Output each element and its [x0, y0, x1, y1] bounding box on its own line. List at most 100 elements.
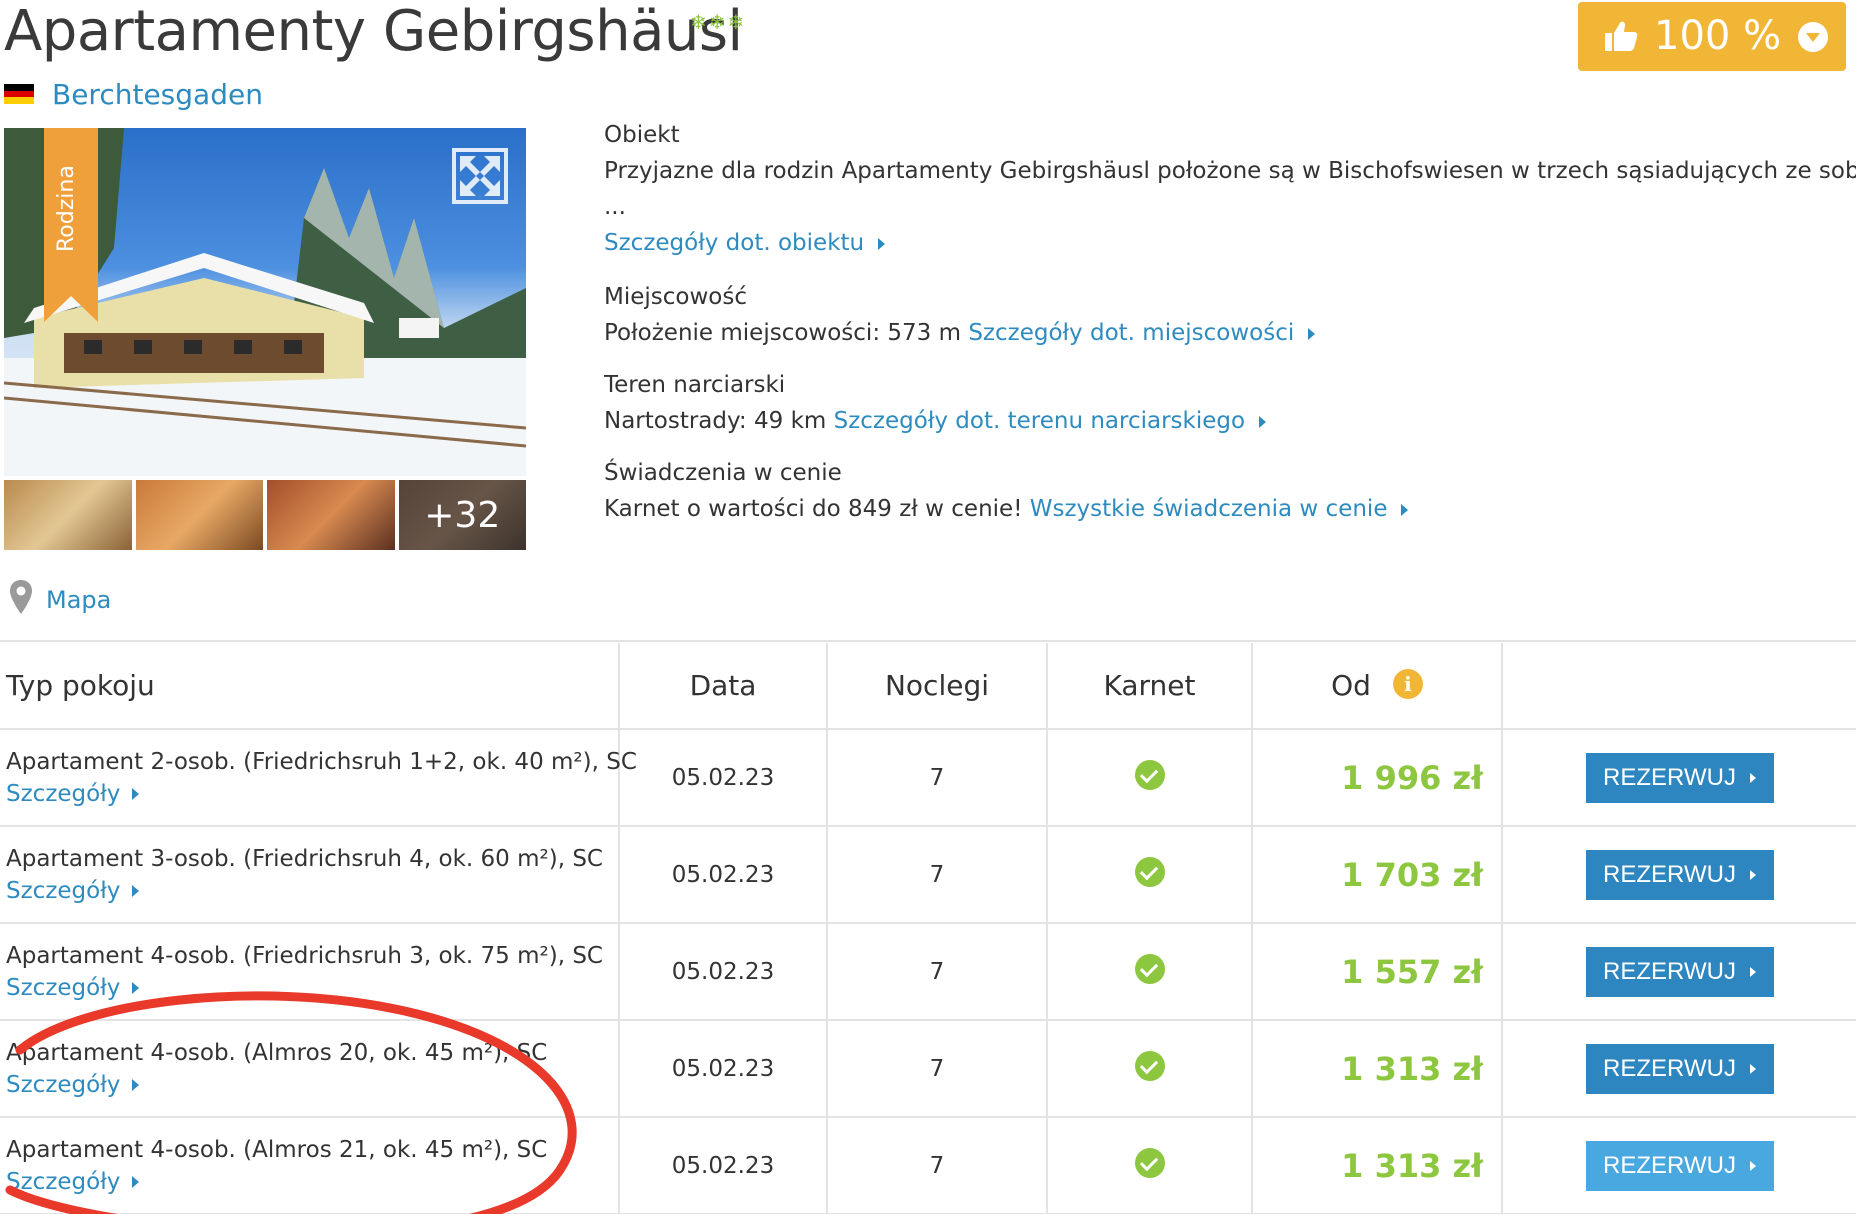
book-button[interactable]: REZERWUJ — [1585, 849, 1774, 900]
info-icon[interactable]: i — [1392, 669, 1423, 699]
germany-flag-icon — [4, 84, 34, 104]
date-cell: 05.02.23 — [619, 729, 828, 827]
table-row: Apartament 2-osob. (Friedrichsruh 1+2, o… — [0, 729, 1856, 827]
object-heading: Obiekt — [604, 122, 680, 148]
room-table: Typ pokoju Data Noclegi Karnet Od i Apart… — [0, 643, 1856, 1214]
expand-icon[interactable] — [452, 148, 508, 204]
pass-cell — [1047, 826, 1253, 924]
services-link[interactable]: Wszystkie świadczenia w cenie — [1030, 496, 1388, 522]
book-button[interactable]: REZERWUJ — [1585, 752, 1774, 803]
room-cell: Apartament 2-osob. (Friedrichsruh 1+2, o… — [0, 729, 637, 827]
rating-percent: 100 % — [1654, 13, 1782, 59]
page-title: Apartamenty Gebirgshäusl — [4, 0, 743, 64]
action-cell: REZERWUJ — [1502, 1020, 1856, 1118]
price-cell: 1 313 zł — [1252, 1117, 1503, 1214]
action-cell: REZERWUJ — [1502, 1117, 1856, 1214]
ski-details-link[interactable]: Szczegóły dot. terenu narciarskiego — [834, 408, 1245, 434]
room-name: Apartament 4-osob. (Friedrichsruh 3, ok.… — [6, 942, 603, 969]
caret-right-icon — [1259, 415, 1267, 428]
details-link[interactable]: Szczegóły — [6, 975, 140, 1001]
date-cell: 05.02.23 — [619, 1117, 828, 1214]
thumbnail-more[interactable]: +32 — [398, 480, 526, 550]
details-link[interactable]: Szczegóły — [6, 781, 140, 807]
details-link[interactable]: Szczegóły — [6, 1072, 140, 1098]
check-circle-icon — [1134, 856, 1165, 887]
price-cell: 1 703 zł — [1252, 826, 1503, 924]
check-circle-icon — [1134, 759, 1165, 790]
table-row: Apartament 3-osob. (Friedrichsruh 4, ok.… — [0, 826, 1856, 924]
book-button[interactable]: REZERWUJ — [1585, 1140, 1774, 1191]
place-details-link[interactable]: Szczegóły dot. miejscowości — [968, 320, 1294, 346]
nights-cell: 7 — [827, 1117, 1048, 1214]
room-cell: Apartament 4-osob. (Almros 20, ok. 45 m²… — [0, 1020, 620, 1118]
caret-right-icon — [1749, 1161, 1756, 1172]
col-date: Data — [619, 643, 828, 730]
action-cell: REZERWUJ — [1502, 729, 1856, 827]
col-ski-pass: Karnet — [1047, 643, 1253, 730]
date-cell: 05.02.23 — [619, 1020, 828, 1118]
action-cell: REZERWUJ — [1502, 826, 1856, 924]
map-link[interactable]: Mapa — [46, 586, 111, 614]
caret-right-icon — [132, 982, 140, 994]
room-cell: Apartament 4-osob. (Friedrichsruh 3, ok.… — [0, 923, 620, 1021]
thumbnail-strip: +32 — [4, 480, 526, 550]
col-room-type: Typ pokoju — [0, 643, 620, 730]
object-details-link[interactable]: Szczegóły dot. obiektu — [604, 230, 864, 256]
pass-cell — [1047, 923, 1253, 1021]
thumbnail-image[interactable] — [4, 480, 132, 550]
action-cell: REZERWUJ — [1502, 923, 1856, 1021]
check-circle-icon — [1134, 1050, 1165, 1081]
object-ellipsis: ... — [604, 194, 626, 220]
col-action — [1502, 643, 1856, 730]
thumbnail-image[interactable] — [135, 480, 263, 550]
place-heading: Miejscowość — [604, 284, 747, 310]
caret-right-icon — [1749, 773, 1756, 784]
date-cell: 05.02.23 — [619, 923, 828, 1021]
book-button[interactable]: REZERWUJ — [1585, 946, 1774, 997]
services-line: Karnet o wartości do 849 zł w cenie! Wsz… — [604, 496, 1409, 522]
nights-cell: 7 — [827, 729, 1048, 827]
city-link[interactable]: Berchtesgaden — [52, 78, 263, 111]
table-row: Apartament 4-osob. (Friedrichsruh 3, ok.… — [0, 923, 1856, 1021]
caret-right-icon — [132, 885, 140, 897]
nights-cell: 7 — [827, 1020, 1048, 1118]
chevron-down-icon[interactable] — [1798, 22, 1828, 52]
table-header-row: Typ pokoju Data Noclegi Karnet Od i — [0, 643, 1856, 730]
main-photo[interactable]: Rodzina — [4, 128, 526, 476]
divider — [0, 640, 1856, 642]
star-rating: ❄❄❄ — [690, 10, 747, 34]
pass-cell — [1047, 1020, 1253, 1118]
col-nights: Noclegi — [827, 643, 1048, 730]
services-heading: Świadczenia w cenie — [604, 460, 842, 486]
caret-right-icon — [1401, 503, 1409, 516]
caret-right-icon — [878, 237, 886, 250]
nights-cell: 7 — [827, 923, 1048, 1021]
price-cell: 1 996 zł — [1252, 729, 1503, 827]
pass-cell — [1047, 1117, 1253, 1214]
thumbs-up-icon — [1605, 21, 1638, 51]
caret-right-icon — [132, 788, 140, 800]
check-circle-icon — [1134, 953, 1165, 984]
ribbon-label: Rodzina — [54, 165, 79, 252]
object-details-link-wrap: Szczegóły dot. obiektu — [604, 230, 886, 256]
room-cell: Apartament 3-osob. (Friedrichsruh 4, ok.… — [0, 826, 620, 924]
check-circle-icon — [1134, 1147, 1165, 1178]
book-button[interactable]: REZERWUJ — [1585, 1043, 1774, 1094]
object-description: Przyjazne dla rodzin Apartamenty Gebirgs… — [604, 158, 1856, 184]
caret-right-icon — [132, 1176, 140, 1188]
place-altitude: Położenie miejscowości: 573 m — [604, 320, 961, 346]
rating-badge[interactable]: 100 % — [1578, 2, 1846, 71]
caret-right-icon — [1749, 967, 1756, 978]
room-name: Apartament 2-osob. (Friedrichsruh 1+2, o… — [6, 748, 637, 775]
col-price: Od i — [1252, 643, 1503, 730]
nights-cell: 7 — [827, 826, 1048, 924]
caret-right-icon — [1749, 1064, 1756, 1075]
room-name: Apartament 4-osob. (Almros 21, ok. 45 m²… — [6, 1136, 548, 1163]
details-link[interactable]: Szczegóły — [6, 878, 140, 904]
details-link[interactable]: Szczegóły — [6, 1169, 140, 1195]
map-pin-icon — [10, 580, 32, 614]
room-name: Apartament 4-osob. (Almros 20, ok. 45 m²… — [6, 1039, 548, 1066]
thumbnail-image[interactable] — [267, 480, 395, 550]
place-line: Położenie miejscowości: 573 m Szczegóły … — [604, 320, 1316, 346]
room-name: Apartament 3-osob. (Friedrichsruh 4, ok.… — [6, 845, 603, 872]
